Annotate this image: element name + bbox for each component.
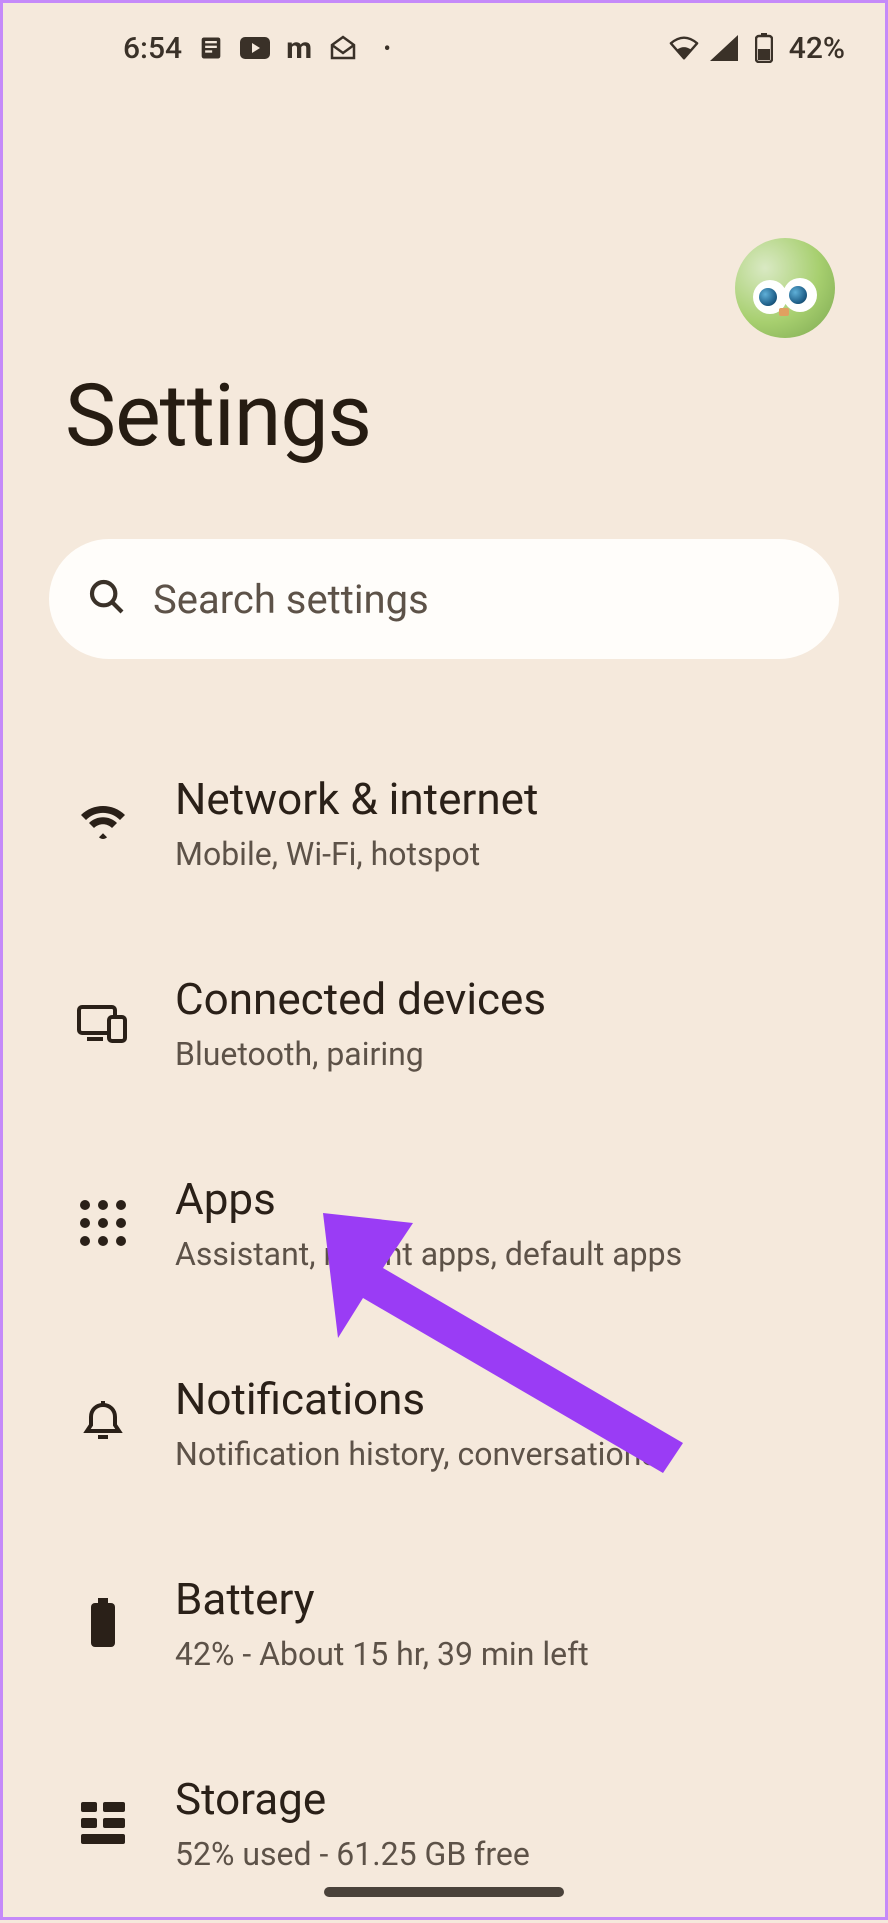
signal-icon <box>709 33 739 63</box>
row-subtitle: 52% used - 61.25 GB free <box>175 1835 530 1873</box>
youtube-icon <box>240 33 270 63</box>
profile-avatar[interactable] <box>735 238 835 338</box>
row-subtitle: Notification history, conversations <box>175 1435 658 1473</box>
row-title: Notifications <box>175 1373 658 1425</box>
row-subtitle: Mobile, Wi-Fi, hotspot <box>175 835 538 873</box>
row-subtitle: Assistant, recent apps, default apps <box>175 1235 682 1273</box>
row-title: Battery <box>175 1573 589 1625</box>
settings-list: Network & internet Mobile, Wi-Fi, hotspo… <box>3 723 885 1857</box>
row-title: Network & internet <box>175 773 538 825</box>
status-battery-text: 42% <box>789 31 845 66</box>
page-title: Settings <box>65 365 371 466</box>
row-title: Apps <box>175 1173 682 1225</box>
row-subtitle: 42% - About 15 hr, 39 min left <box>175 1635 589 1673</box>
reader-icon <box>196 33 226 63</box>
row-subtitle: Bluetooth, pairing <box>175 1035 546 1073</box>
storage-icon <box>77 1797 129 1849</box>
status-bar: 6:54 m • 42% <box>3 3 885 93</box>
devices-icon <box>77 997 129 1049</box>
row-title: Connected devices <box>175 973 546 1025</box>
m-icon: m <box>284 33 314 63</box>
row-notifications[interactable]: Notifications Notification history, conv… <box>3 1323 885 1523</box>
dot-icon: • <box>372 33 402 63</box>
wifi-icon <box>669 33 699 63</box>
row-apps[interactable]: Apps Assistant, recent apps, default app… <box>3 1123 885 1323</box>
search-placeholder: Search settings <box>153 576 429 623</box>
search-bar[interactable]: Search settings <box>49 539 839 659</box>
row-connected-devices[interactable]: Connected devices Bluetooth, pairing <box>3 923 885 1123</box>
bell-icon <box>77 1397 129 1449</box>
battery-icon <box>77 1597 129 1649</box>
wifi-icon <box>77 797 129 849</box>
gesture-nav-pill[interactable] <box>324 1887 564 1897</box>
apps-icon <box>77 1197 129 1249</box>
battery-icon <box>749 33 779 63</box>
row-network-internet[interactable]: Network & internet Mobile, Wi-Fi, hotspo… <box>3 723 885 923</box>
mail-icon <box>328 33 358 63</box>
search-icon <box>87 577 127 621</box>
row-title: Storage <box>175 1773 530 1825</box>
row-battery[interactable]: Battery 42% - About 15 hr, 39 min left <box>3 1523 885 1723</box>
status-time: 6:54 <box>123 31 182 66</box>
